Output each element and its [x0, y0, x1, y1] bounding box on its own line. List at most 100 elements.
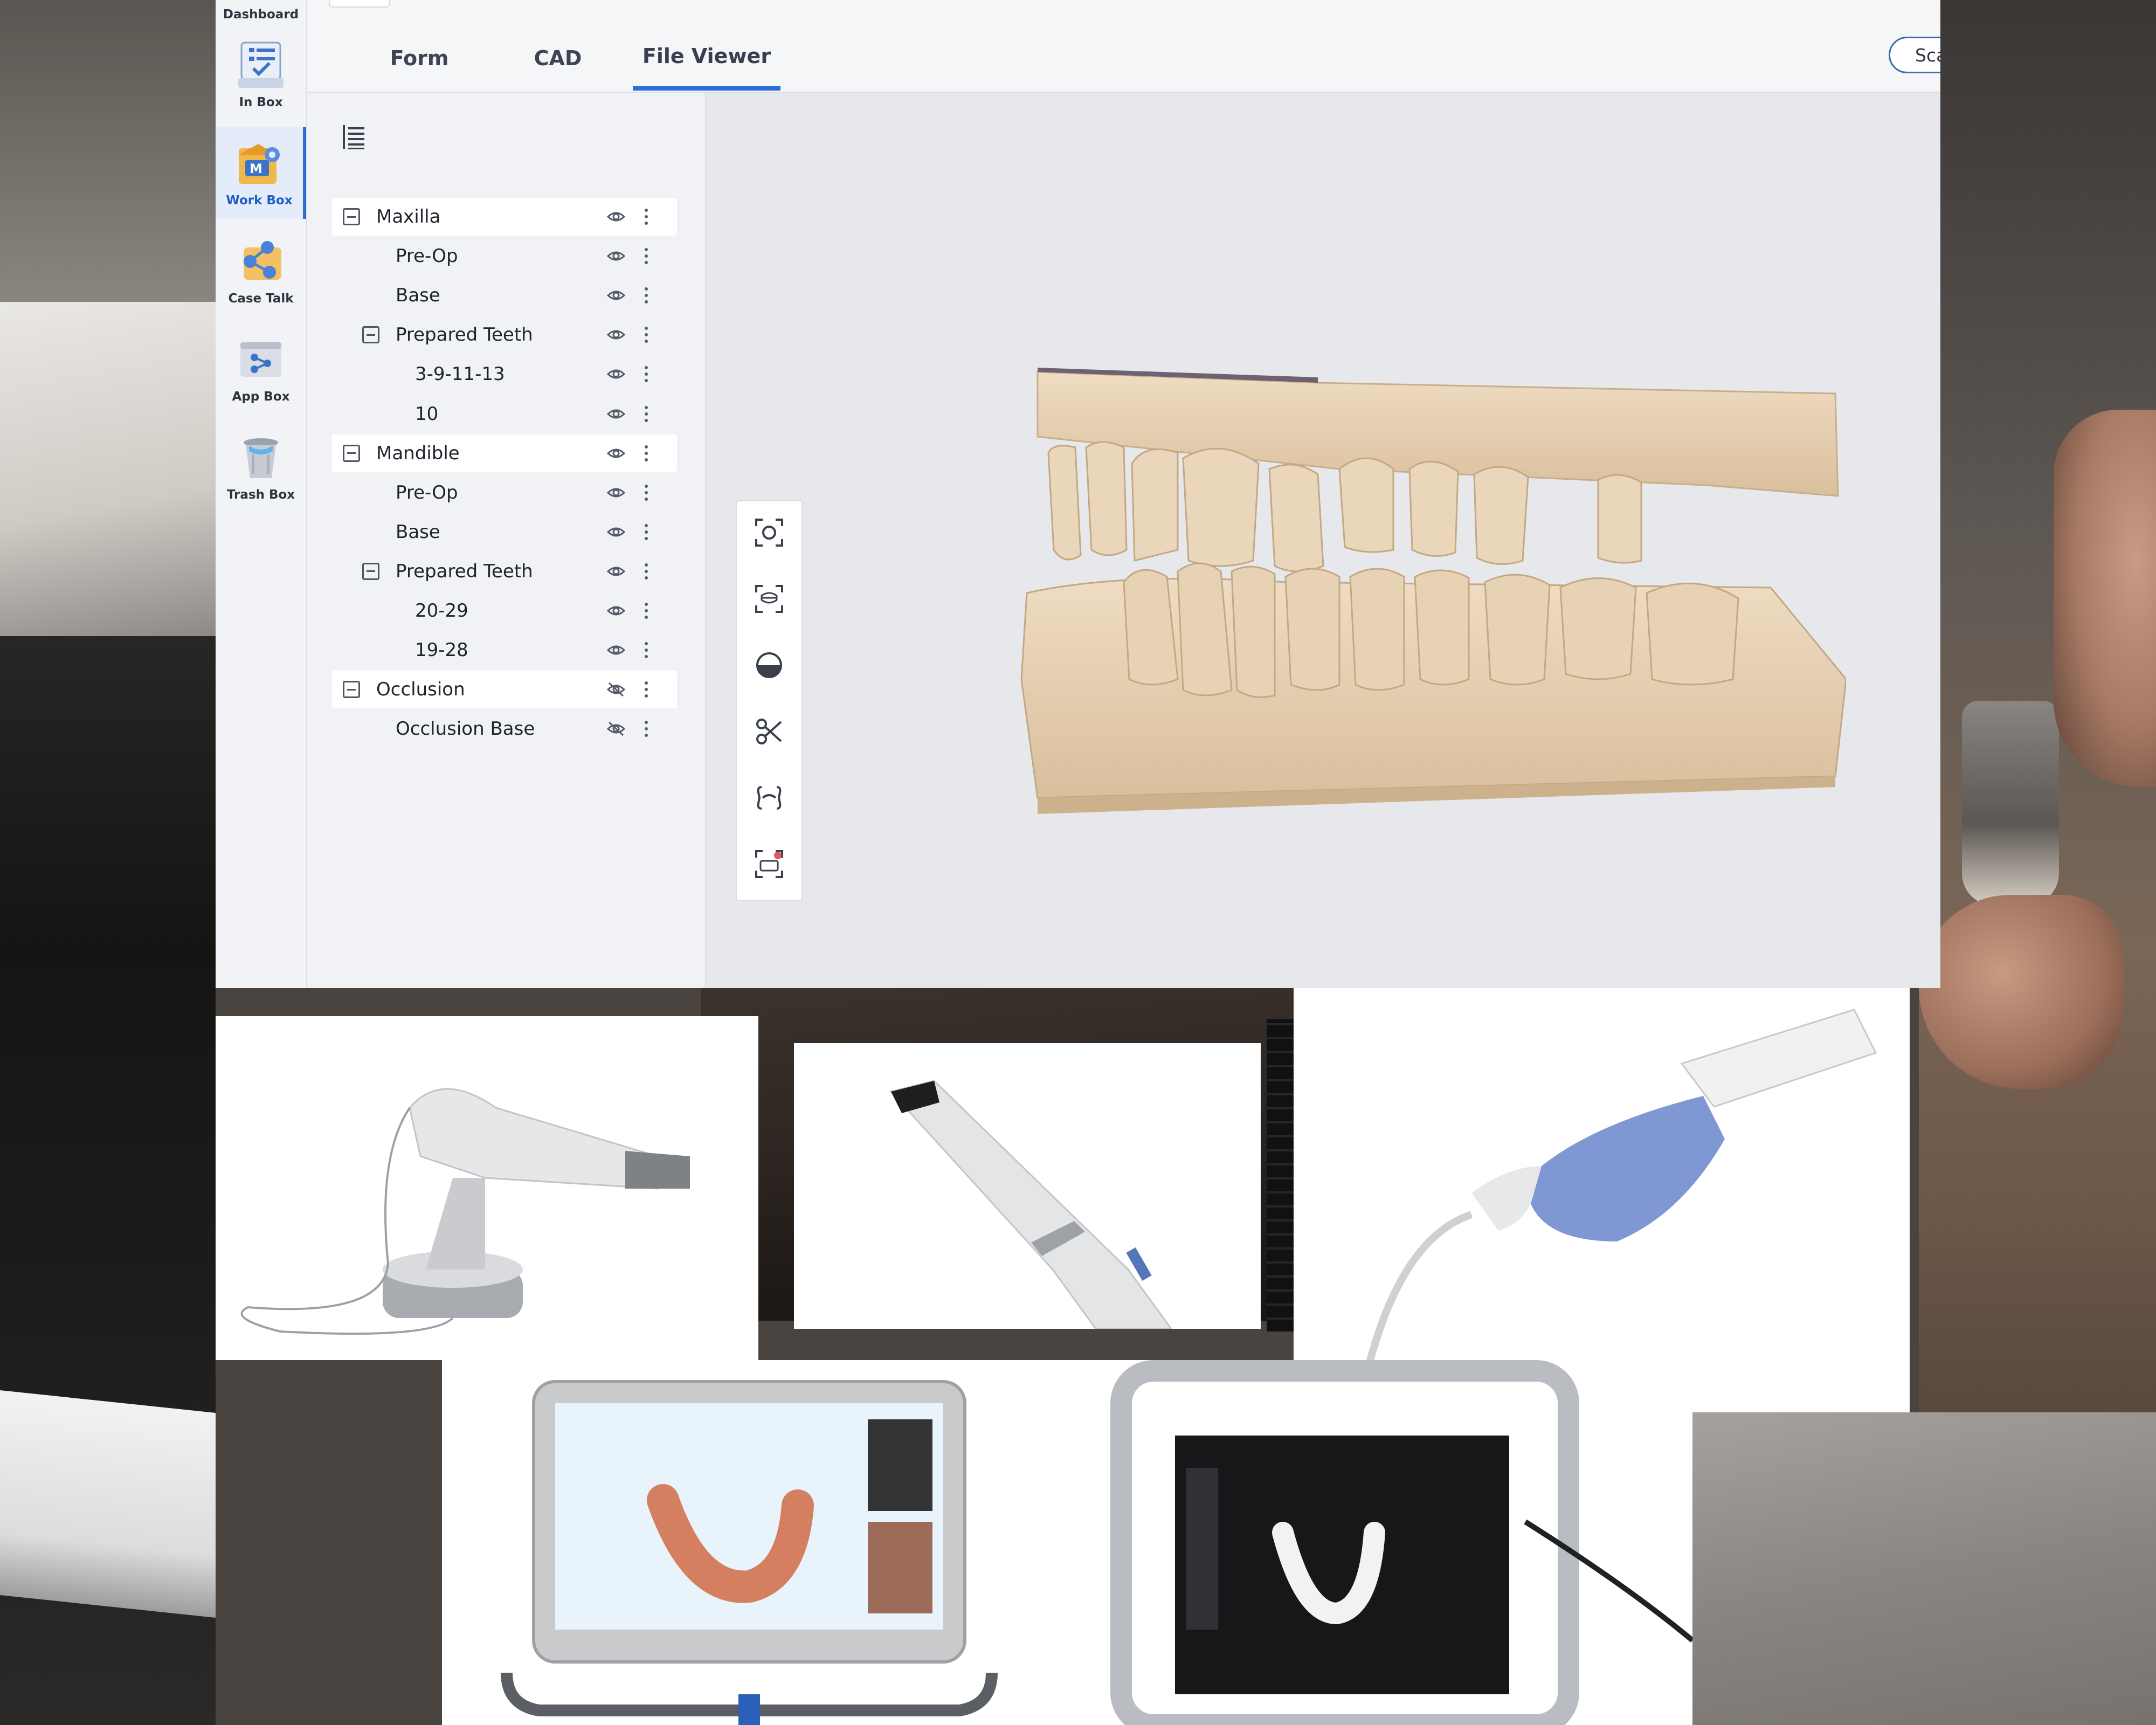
- tree-group-row[interactable]: Occlusion: [332, 671, 677, 709]
- bite-registration-icon[interactable]: [754, 783, 784, 813]
- more-options-icon[interactable]: [644, 404, 649, 424]
- sidebar-item-case-talk[interactable]: Case Talk: [216, 225, 306, 317]
- scissors-icon[interactable]: [754, 716, 784, 747]
- tree-item-label: Occlusion: [376, 679, 465, 701]
- sidebar-item-app-box[interactable]: App Box: [216, 323, 306, 415]
- front-view-icon[interactable]: [754, 584, 784, 614]
- tree-item-label: 19-28: [415, 639, 468, 661]
- visibility-eye-icon[interactable]: [607, 405, 625, 423]
- tab-form[interactable]: Form: [376, 26, 462, 91]
- sidebar-item-label: App Box: [232, 390, 290, 404]
- collapse-toggle-icon[interactable]: [343, 681, 360, 699]
- tab-file-viewer[interactable]: File Viewer: [633, 26, 780, 91]
- visibility-eye-icon[interactable]: [607, 287, 625, 304]
- more-options-icon[interactable]: [644, 640, 649, 660]
- tree-item-row[interactable]: Base: [332, 277, 677, 314]
- sidebar-item-dashboard[interactable]: Dashboard: [216, 0, 306, 22]
- sidebar-item-label: Trash Box: [226, 488, 295, 502]
- case-talk-icon: [244, 241, 281, 280]
- tree-group-row[interactable]: Maxilla: [332, 198, 677, 236]
- sidebar-item-in-box[interactable]: In Box: [216, 29, 306, 121]
- visibility-eye-icon[interactable]: [607, 365, 625, 383]
- visibility-hidden-icon[interactable]: [607, 720, 625, 737]
- tree-item-label: Maxilla: [376, 206, 441, 227]
- more-options-icon[interactable]: [644, 444, 649, 463]
- visibility-eye-icon[interactable]: [607, 563, 625, 580]
- tree-item-label: Base: [396, 521, 440, 543]
- tree-item-label: 10: [415, 403, 439, 425]
- visibility-eye-icon[interactable]: [607, 641, 625, 659]
- tree-item-label: 20-29: [415, 600, 468, 622]
- tree-item-label: Occlusion Base: [396, 718, 535, 740]
- viewer-toolbar: [736, 500, 803, 901]
- more-options-icon[interactable]: [644, 680, 649, 699]
- visibility-eye-icon[interactable]: [607, 326, 625, 343]
- object-tree-panel: Maxilla Pre-Op Base Prepared Teeth 3-9-11-13…: [307, 93, 706, 988]
- visibility-eye-icon[interactable]: [607, 602, 625, 619]
- tree-item-row[interactable]: 19-28: [332, 631, 677, 669]
- visibility-eye-icon[interactable]: [607, 445, 625, 462]
- tree-item-row[interactable]: Prepared Teeth: [332, 553, 677, 590]
- tree-item-label: Pre-Op: [396, 481, 458, 503]
- more-options-icon[interactable]: [644, 601, 649, 620]
- tree-item-row[interactable]: Base: [332, 513, 677, 551]
- tree-item-row[interactable]: 3-9-11-13: [332, 355, 677, 393]
- collapse-toggle-icon[interactable]: [362, 562, 379, 580]
- tree-group-row[interactable]: Mandible: [332, 434, 677, 472]
- scan-complete-button[interactable]: Scan Complete: [1889, 37, 1940, 73]
- tree-item-label: 3-9-11-13: [415, 363, 505, 385]
- more-options-icon[interactable]: [644, 522, 649, 542]
- product-photo-scanner-displays: [442, 1360, 1692, 1725]
- tree-item-label: Prepared Teeth: [396, 560, 533, 582]
- tree-item-row[interactable]: Prepared Teeth: [332, 316, 677, 354]
- tree-item-row[interactable]: Occlusion Base: [332, 710, 677, 748]
- svg-text:M: M: [250, 161, 262, 176]
- collapse-toggle-icon[interactable]: [343, 444, 360, 462]
- more-options-icon[interactable]: [644, 207, 649, 226]
- tree-item-label: Pre-Op: [396, 245, 458, 267]
- more-options-icon[interactable]: [644, 483, 649, 502]
- top-bar: Form CAD File Viewer Scan Complete: [307, 0, 1940, 93]
- visibility-eye-icon[interactable]: [607, 208, 625, 225]
- tree-item-row[interactable]: Pre-Op: [332, 237, 677, 275]
- list-view-icon[interactable]: [342, 124, 365, 150]
- clipping-plane-icon[interactable]: [754, 650, 784, 680]
- visibility-eye-icon[interactable]: [607, 247, 625, 265]
- product-photo-blue-scanner: [1294, 988, 1910, 1412]
- tree-item-row[interactable]: 10: [332, 395, 677, 433]
- more-options-icon[interactable]: [644, 286, 649, 305]
- more-options-icon[interactable]: [644, 719, 649, 739]
- more-options-icon[interactable]: [644, 246, 649, 266]
- top-control-stub[interactable]: [329, 0, 390, 8]
- background-tray: [0, 1390, 216, 1618]
- background-person: [2054, 410, 2156, 787]
- fit-view-icon[interactable]: [754, 518, 784, 548]
- sidebar-item-label: Dashboard: [223, 8, 299, 22]
- app-window: Dashboard In Box M Work Box Case Talk Ap…: [216, 0, 1940, 988]
- collapse-toggle-icon[interactable]: [343, 208, 360, 225]
- tab-cad[interactable]: CAD: [517, 26, 598, 91]
- visibility-eye-icon[interactable]: [607, 523, 625, 541]
- snapshot-icon[interactable]: [754, 849, 784, 879]
- collapse-toggle-icon[interactable]: [362, 326, 379, 344]
- visibility-hidden-icon[interactable]: [607, 681, 625, 698]
- inbox-icon: [238, 42, 284, 88]
- more-options-icon[interactable]: [644, 325, 649, 344]
- tree-item-label: Base: [396, 285, 440, 307]
- dental-model-3d[interactable]: [1016, 356, 1846, 814]
- more-options-icon[interactable]: [644, 562, 649, 581]
- sidebar-item-label: In Box: [239, 95, 283, 109]
- background-shirt: [1692, 1412, 2156, 1725]
- sidebar-item-work-box[interactable]: M Work Box: [216, 127, 306, 219]
- intraoral-scanner-wand-image: [889, 1080, 1172, 1329]
- tree-item-label: Prepared Teeth: [396, 324, 533, 346]
- background-hand: [1919, 895, 2124, 1089]
- sidebar-item-trash-box[interactable]: Trash Box: [216, 422, 306, 513]
- tree-item-row[interactable]: Pre-Op: [332, 474, 677, 512]
- sidebar-item-label: Case Talk: [228, 292, 294, 306]
- tree-item-row[interactable]: 20-29: [332, 592, 677, 630]
- tree-item-label: Mandible: [376, 442, 460, 464]
- visibility-eye-icon[interactable]: [607, 484, 625, 501]
- product-photo-wand-scanner: [794, 1043, 1261, 1329]
- more-options-icon[interactable]: [644, 364, 649, 384]
